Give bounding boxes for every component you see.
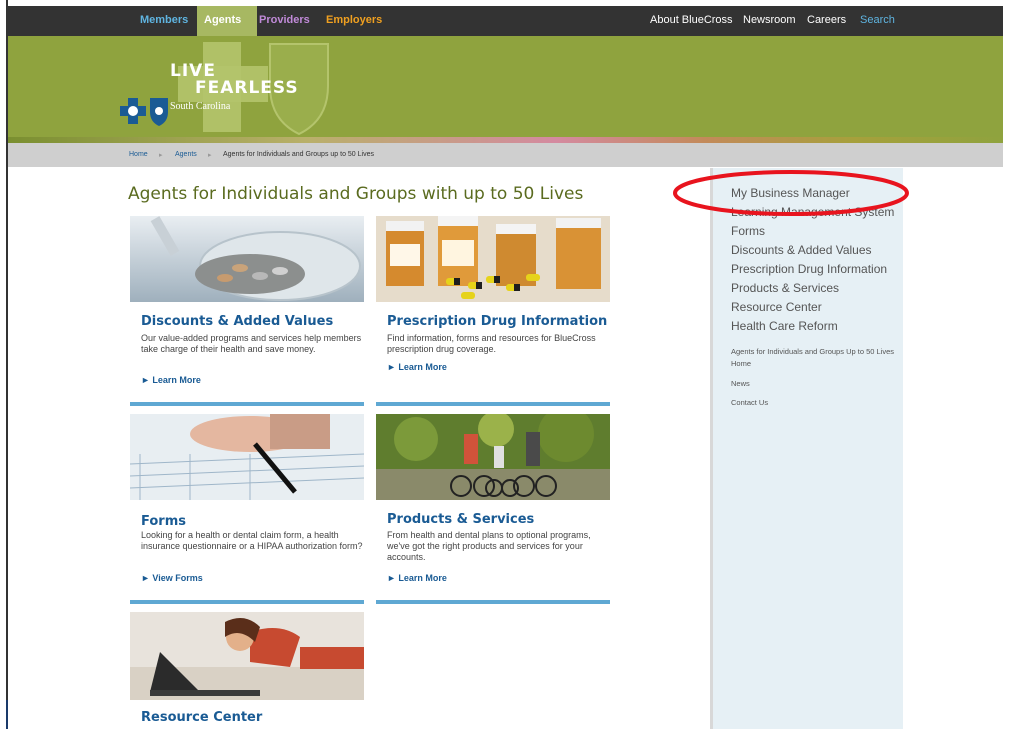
view-forms-label: View Forms bbox=[152, 573, 203, 583]
sidebar: My Business Manager Learning Management … bbox=[710, 168, 903, 729]
sidebar-link-news[interactable]: News bbox=[731, 378, 906, 390]
learn-more-label: Learn More bbox=[152, 375, 201, 385]
card-title-prescription[interactable]: Prescription Drug Information bbox=[387, 314, 607, 329]
card-title-discounts[interactable]: Discounts & Added Values bbox=[141, 314, 333, 329]
learn-more-link-products[interactable]: ► Learn More bbox=[387, 573, 447, 583]
card-divider bbox=[130, 600, 364, 604]
sidebar-item-products[interactable]: Products & Services bbox=[731, 281, 839, 295]
nav-agents[interactable]: Agents bbox=[204, 14, 241, 26]
card-desc-forms: Looking for a health or dental claim for… bbox=[141, 530, 363, 551]
learn-more-label: Learn More bbox=[398, 362, 447, 372]
breadcrumb-current: Agents for Individuals and Groups up to … bbox=[223, 151, 374, 158]
nav-newsroom[interactable]: Newsroom bbox=[743, 14, 796, 26]
woman-laptop-image bbox=[130, 612, 364, 700]
family-biking-image bbox=[376, 406, 610, 500]
learn-more-link-discounts[interactable]: ► Learn More bbox=[141, 375, 201, 385]
view-forms-link[interactable]: ► View Forms bbox=[141, 573, 203, 583]
breadcrumb-agents[interactable]: Agents bbox=[175, 151, 197, 158]
logo-line-fearless: FEARLESS bbox=[195, 78, 299, 98]
card-divider bbox=[376, 600, 610, 604]
logo-line-south-carolina: South Carolina bbox=[170, 101, 231, 112]
breadcrumb: Home ▸ Agents ▸ Agents for Individuals a… bbox=[8, 143, 1003, 167]
nav-members[interactable]: Members bbox=[140, 14, 188, 26]
card-title-products[interactable]: Products & Services bbox=[387, 512, 534, 527]
card-desc-prescription: Find information, forms and resources fo… bbox=[387, 333, 596, 354]
sidebar-item-health-care-reform[interactable]: Health Care Reform bbox=[731, 319, 838, 333]
breadcrumb-separator: ▸ bbox=[208, 152, 212, 159]
breadcrumb-separator: ▸ bbox=[159, 152, 163, 159]
hand-filling-form-image bbox=[129, 414, 365, 500]
breadcrumb-home[interactable]: Home bbox=[129, 151, 148, 158]
learn-more-label: Learn More bbox=[398, 573, 447, 583]
piggy-bank-coins-image bbox=[130, 216, 364, 302]
sidebar-item-forms[interactable]: Forms bbox=[731, 224, 765, 238]
card-desc-discounts: Our value-added programs and services he… bbox=[141, 333, 362, 354]
header-banner: LIVE FEARLESS South Carolina bbox=[8, 36, 1003, 140]
nav-careers[interactable]: Careers bbox=[807, 14, 846, 26]
nav-search[interactable]: Search bbox=[860, 14, 895, 26]
top-navigation-bar: Members Agents Providers Employers About… bbox=[8, 6, 1003, 36]
nav-employers[interactable]: Employers bbox=[326, 14, 382, 26]
sidebar-item-resource-center[interactable]: Resource Center bbox=[731, 300, 822, 314]
page-title: Agents for Individuals and Groups with u… bbox=[128, 184, 584, 204]
card-divider bbox=[376, 402, 610, 406]
sidebar-link-agents-home[interactable]: Agents for Individuals and Groups Up to … bbox=[731, 346, 906, 370]
sidebar-link-contact-us[interactable]: Contact Us bbox=[731, 397, 906, 409]
highlight-circle-annotation bbox=[673, 170, 909, 216]
banner-logo-graphic bbox=[120, 42, 329, 136]
card-title-forms[interactable]: Forms bbox=[141, 514, 186, 529]
card-title-resource-center[interactable]: Resource Center bbox=[141, 710, 262, 725]
left-window-edge-accent bbox=[6, 700, 8, 729]
card-divider bbox=[130, 402, 364, 406]
learn-more-link-prescription[interactable]: ► Learn More bbox=[387, 362, 447, 372]
sidebar-item-prescription[interactable]: Prescription Drug Information bbox=[731, 262, 887, 276]
card-desc-products: From health and dental plans to optional… bbox=[387, 530, 591, 562]
nav-providers[interactable]: Providers bbox=[259, 14, 310, 26]
prescription-bottles-image bbox=[376, 216, 610, 302]
nav-about-bluecross[interactable]: About BlueCross bbox=[650, 14, 733, 26]
sidebar-item-discounts[interactable]: Discounts & Added Values bbox=[731, 243, 872, 257]
